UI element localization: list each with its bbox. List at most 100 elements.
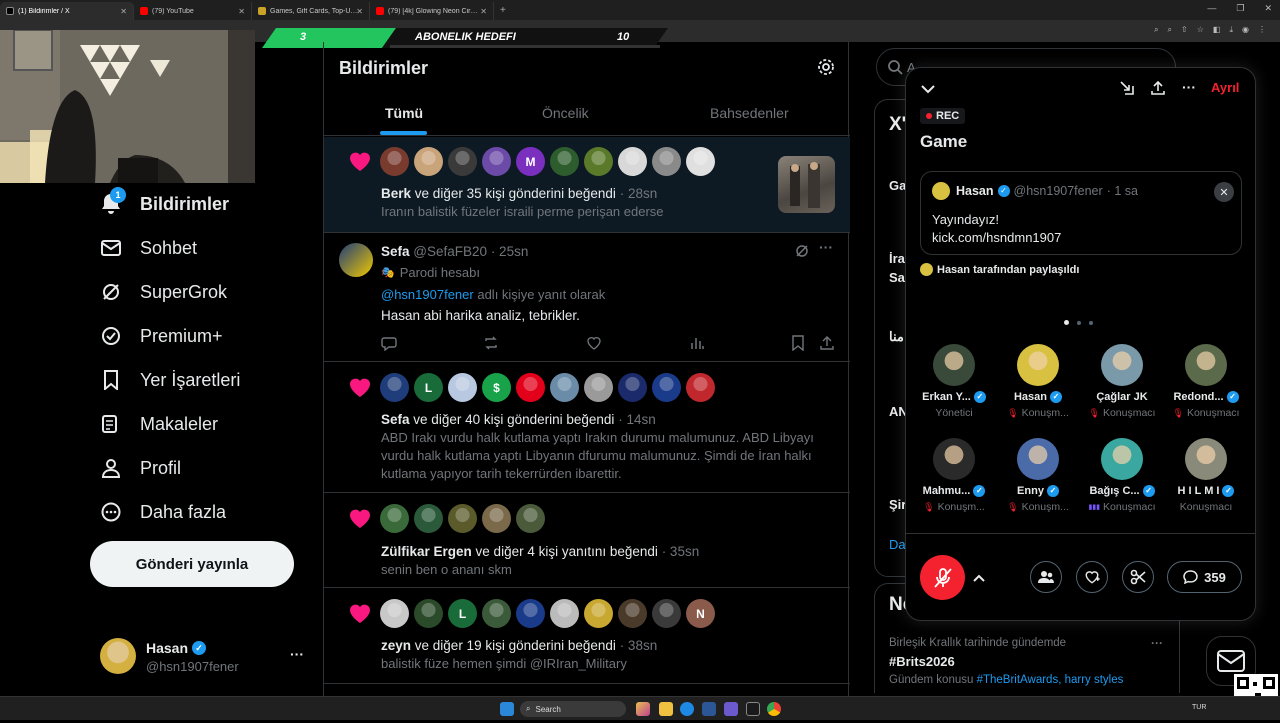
participants-button[interactable] bbox=[1030, 561, 1062, 593]
extensions-icon[interactable]: ◧ bbox=[1213, 25, 1221, 35]
speaker[interactable]: Hasan ✓ 🎙 Konuşm... bbox=[994, 344, 1082, 419]
avatar[interactable] bbox=[448, 147, 477, 176]
post-more-icon[interactable]: ··· bbox=[819, 239, 833, 255]
avatar[interactable] bbox=[482, 599, 511, 628]
notification-like-3[interactable]: Zülfikar Ergen ve diğer 4 kişi yanıtını … bbox=[324, 494, 850, 588]
close-pinned-icon[interactable]: ✕ bbox=[1214, 182, 1234, 202]
browser-tab-youtube[interactable]: (79) YouTube ✕ bbox=[134, 2, 252, 20]
account-switcher[interactable]: Hasan ✓ @hsn1907fener ··· bbox=[100, 638, 320, 678]
avatar[interactable] bbox=[380, 147, 409, 176]
avatar[interactable]: L bbox=[448, 599, 477, 628]
sidebar-item-bookmarks[interactable]: Yer İşaretleri bbox=[100, 369, 240, 391]
avatar[interactable] bbox=[380, 504, 409, 533]
avatar[interactable] bbox=[448, 504, 477, 533]
edge-icon[interactable] bbox=[680, 702, 694, 716]
obs-icon[interactable] bbox=[746, 702, 760, 716]
share-icon[interactable] bbox=[1150, 80, 1166, 101]
comments-button[interactable]: 359 bbox=[1167, 561, 1242, 593]
new-tab-button[interactable]: + bbox=[500, 5, 506, 16]
pinned-post[interactable]: Hasan ✓ @hsn1907fener · 1 sa ✕ Yayındayı… bbox=[920, 171, 1242, 255]
speaker[interactable]: Erkan Y... ✓ Yönetici bbox=[910, 344, 998, 419]
reply-icon[interactable] bbox=[381, 335, 397, 356]
language-indicator[interactable]: TUR bbox=[1192, 704, 1206, 711]
avatar[interactable] bbox=[414, 504, 443, 533]
browser-tab-x[interactable]: (1) Bildirimler / X ✕ bbox=[0, 2, 134, 20]
avatar[interactable] bbox=[550, 147, 579, 176]
like-icon[interactable] bbox=[586, 335, 602, 356]
sidebar-item-profile[interactable]: Profil bbox=[100, 457, 181, 479]
views-icon[interactable] bbox=[689, 335, 705, 356]
avatar[interactable]: M bbox=[516, 147, 545, 176]
notification-like-4[interactable]: LN zeyn ve diğer 19 kişi gönderini beğen… bbox=[324, 589, 850, 684]
avatar[interactable] bbox=[584, 373, 613, 402]
avatar[interactable] bbox=[516, 504, 545, 533]
avatar[interactable]: $ bbox=[482, 373, 511, 402]
avatar[interactable] bbox=[618, 599, 647, 628]
avatar[interactable] bbox=[380, 373, 409, 402]
windows-start-icon[interactable] bbox=[500, 702, 514, 716]
taskbar-search[interactable]: ⌕ Search bbox=[520, 701, 626, 717]
avatar[interactable] bbox=[686, 373, 715, 402]
clip-button[interactable] bbox=[1122, 561, 1154, 593]
avatar[interactable] bbox=[618, 147, 647, 176]
menu-icon[interactable]: ⋮ bbox=[1258, 25, 1266, 35]
reply-post[interactable]: Sefa @SefaFB20 · 25sn 🎭 Parodi hesabı @hs… bbox=[324, 234, 850, 362]
store-icon[interactable] bbox=[702, 702, 716, 716]
collapse-chevron-icon[interactable] bbox=[920, 82, 936, 101]
discord-icon[interactable] bbox=[724, 702, 738, 716]
grok-icon[interactable] bbox=[795, 244, 809, 263]
sidebar-item-premium[interactable]: Premium+ bbox=[100, 325, 223, 347]
avatar[interactable] bbox=[414, 599, 443, 628]
avatar[interactable] bbox=[550, 599, 579, 628]
sidebar-item-supergrok[interactable]: SuperGrok bbox=[100, 281, 227, 303]
avatar[interactable] bbox=[584, 599, 613, 628]
avatar[interactable] bbox=[686, 147, 715, 176]
avatar[interactable]: L bbox=[414, 373, 443, 402]
post-thumbnail[interactable] bbox=[778, 156, 835, 213]
settings-gear-icon[interactable] bbox=[817, 58, 835, 81]
carousel-dot[interactable] bbox=[1089, 321, 1093, 325]
bookmark-icon[interactable] bbox=[791, 335, 805, 356]
avatar[interactable] bbox=[618, 373, 647, 402]
avatar[interactable] bbox=[516, 373, 545, 402]
minimize-icon[interactable]: — bbox=[1207, 3, 1216, 14]
download-icon[interactable]: ⤓ bbox=[1229, 25, 1233, 35]
sidebar-item-more[interactable]: Daha fazla bbox=[100, 501, 226, 523]
trend-name[interactable]: #Brits2026 bbox=[889, 654, 955, 669]
close-tab-icon[interactable]: ✕ bbox=[120, 7, 127, 16]
speaker[interactable]: Bağış C... ✓ ▮▮▮ Konuşmacı bbox=[1078, 438, 1166, 513]
share-icon[interactable]: ⇧ bbox=[1181, 25, 1188, 35]
tab-mentions[interactable]: Bahsedenler bbox=[710, 105, 789, 121]
avatar[interactable] bbox=[652, 599, 681, 628]
browser-tab-neon[interactable]: (79) [4k] Glowing Neon Circle ✕ bbox=[370, 2, 494, 20]
trend-fragment[interactable]: Sa bbox=[889, 270, 905, 285]
tab-all[interactable]: Tümü bbox=[385, 105, 423, 121]
close-window-icon[interactable]: ✕ bbox=[1264, 3, 1272, 14]
trend-fragment[interactable]: Şir bbox=[889, 497, 906, 512]
avatar[interactable] bbox=[482, 504, 511, 533]
maximize-icon[interactable]: ❐ bbox=[1236, 3, 1244, 14]
post-button[interactable]: Gönderi yayınla bbox=[90, 541, 294, 587]
close-tab-icon[interactable]: ✕ bbox=[356, 7, 363, 16]
close-tab-icon[interactable]: ✕ bbox=[480, 7, 487, 16]
widgets-icon[interactable] bbox=[636, 702, 650, 716]
sidebar-item-notifications[interactable]: 1 Bildirimler bbox=[100, 187, 229, 215]
avatar[interactable] bbox=[380, 599, 409, 628]
chrome-icon[interactable] bbox=[767, 702, 781, 716]
mention-link[interactable]: @hsn1907fener bbox=[381, 287, 474, 302]
avatar[interactable] bbox=[550, 373, 579, 402]
notification-like-2[interactable]: L $ Sefa ve diğer 40 kişi gönderini beğen… bbox=[324, 363, 850, 493]
avatar[interactable] bbox=[652, 147, 681, 176]
speaker[interactable]: Çağlar JK 🎙 Konuşmacı bbox=[1078, 344, 1166, 419]
trend-fragment[interactable]: منا bbox=[889, 329, 904, 345]
mic-muted-button[interactable] bbox=[920, 555, 965, 600]
avatar[interactable]: N bbox=[686, 599, 715, 628]
carousel-dot[interactable] bbox=[1064, 320, 1069, 325]
trend-fragment[interactable]: Da bbox=[889, 537, 906, 552]
avatar[interactable] bbox=[448, 373, 477, 402]
avatar[interactable] bbox=[652, 373, 681, 402]
tab-priority[interactable]: Öncelik bbox=[542, 105, 589, 121]
speaker[interactable]: Enny ✓ 🎙 Konuşm... bbox=[994, 438, 1082, 513]
speaker[interactable]: Mahmu... ✓ 🎙 Konuşm... bbox=[910, 438, 998, 513]
star-icon[interactable]: ☆ bbox=[1197, 25, 1204, 35]
